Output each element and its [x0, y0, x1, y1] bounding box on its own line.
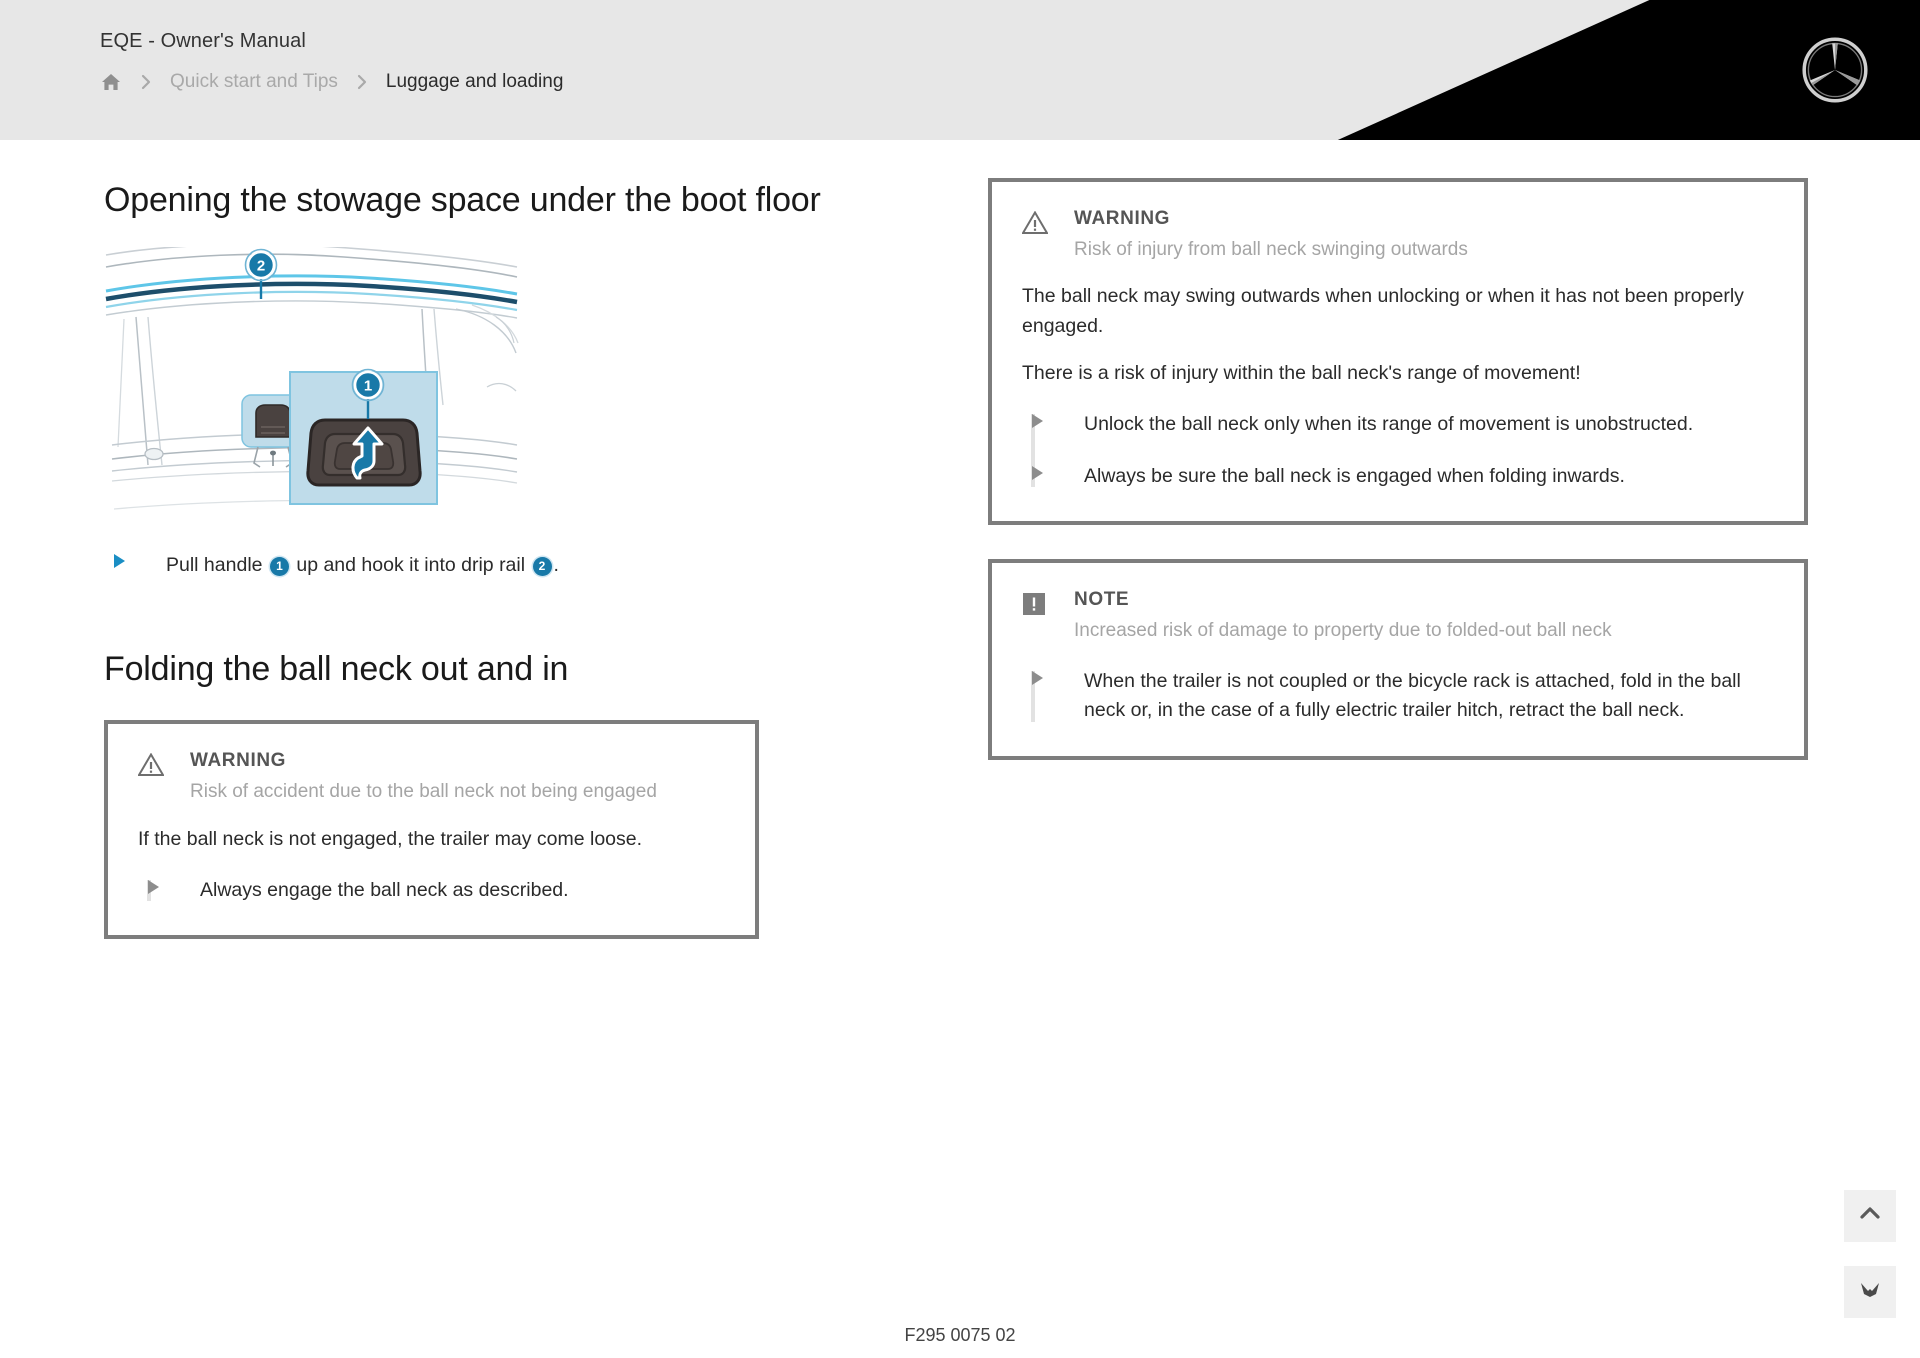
list-item: Unlock the ball neck only when its range… — [1022, 410, 1774, 440]
warning-header-text: WARNING Risk of accident due to the ball… — [190, 750, 725, 805]
step-instruction: Pull handle 1 up and hook it into drip r… — [104, 551, 924, 580]
list-item: When the trailer is not coupled or the b… — [1022, 667, 1774, 726]
bookmark-icon — [1857, 1277, 1883, 1308]
step-text-middle: up and hook it into drip rail — [296, 554, 526, 577]
warning-paragraph-1: The ball neck may swing outwards when un… — [1022, 285, 1744, 337]
note-label: NOTE — [1074, 589, 1130, 611]
bullet-text: When the trailer is not coupled or the b… — [1084, 669, 1741, 722]
warning-bullet-list: Unlock the ball neck only when its range… — [1022, 410, 1774, 491]
list-item: Always be sure the ball neck is engaged … — [1022, 462, 1774, 492]
chevron-right-icon-2 — [352, 72, 372, 92]
step-text-after: . — [553, 554, 559, 577]
page-body: Opening the stowage space under the boot… — [0, 140, 1920, 1358]
mercedes-benz-star-logo — [1800, 35, 1870, 105]
note-box-folded-out-ball-neck: NOTE Increased risk of damage to propert… — [988, 559, 1808, 760]
section-title-ball-neck: Folding the ball neck out and in — [104, 649, 569, 688]
svg-text:1: 1 — [364, 378, 372, 395]
breadcrumb-item-current[interactable]: Luggage and loading — [386, 71, 564, 93]
breadcrumb-item-parent[interactable]: Quick start and Tips — [170, 71, 338, 93]
warning-header: WARNING Risk of injury from ball neck sw… — [1021, 208, 1774, 263]
boot-floor-stowage-illustration: 1 2 — [104, 247, 519, 528]
bookmark-button[interactable] — [1844, 1266, 1896, 1318]
warning-header: WARNING Risk of accident due to the ball… — [137, 750, 725, 805]
grey-triangle-bullet-icon — [1022, 462, 1084, 480]
bullet-text: Always engage the ball neck as described… — [200, 878, 569, 901]
grey-triangle-bullet-icon — [1022, 410, 1084, 429]
chevron-right-icon — [136, 72, 156, 92]
warning-body: If the ball neck is not engaged, the tra… — [138, 825, 725, 854]
manual-title: EQE - Owner's Manual — [100, 30, 306, 52]
section-title-stowage: Opening the stowage space under the boot… — [104, 181, 821, 219]
callout-badge-1: 1 — [269, 556, 289, 576]
note-subtitle: Increased risk of damage to property due… — [1074, 620, 1612, 642]
left-column: Opening the stowage space under the boot… — [104, 180, 924, 973]
header-content: EQE - Owner's Manual Quick start and Tip… — [100, 30, 563, 93]
warning-triangle-icon — [1021, 208, 1074, 240]
page-header: EQE - Owner's Manual Quick start and Tip… — [0, 0, 1920, 140]
warning-body: The ball neck may swing outwards when un… — [1022, 282, 1774, 388]
blue-triangle-bullet-icon — [104, 551, 166, 569]
note-exclamation-icon — [1022, 589, 1074, 621]
warning-box-ball-neck-engagement: WARNING Risk of accident due to the ball… — [104, 720, 759, 940]
home-icon[interactable] — [100, 71, 122, 93]
bullet-text: Always be sure the ball neck is engaged … — [1084, 464, 1625, 487]
note-header: NOTE Increased risk of damage to propert… — [1022, 589, 1774, 644]
breadcrumb: Quick start and Tips Luggage and loading — [100, 71, 563, 93]
warning-subtitle: Risk of injury from ball neck swinging o… — [1074, 238, 1468, 260]
warning-label: WARNING — [190, 750, 287, 772]
grey-triangle-bullet-icon — [138, 876, 200, 894]
warning-box-swinging-ball-neck: WARNING Risk of injury from ball neck sw… — [988, 178, 1808, 526]
callout-badge-2: 2 — [532, 556, 552, 576]
header-black-wedge — [1337, 0, 1920, 140]
grey-triangle-bullet-icon — [1022, 667, 1084, 685]
warning-paragraph-2: There is a risk of injury within the bal… — [1022, 361, 1581, 384]
footer-document-code: F295 0075 02 — [904, 1325, 1016, 1345]
step-instruction-text: Pull handle 1 up and hook it into drip r… — [166, 551, 559, 580]
list-item: Always engage the ball neck as described… — [138, 876, 725, 906]
warning-header-text: WARNING Risk of injury from ball neck sw… — [1074, 208, 1774, 263]
warning-label: WARNING — [1074, 208, 1171, 229]
warning-paragraph: If the ball neck is not engaged, the tra… — [138, 827, 643, 850]
chevron-up-icon — [1857, 1201, 1883, 1232]
bullet-text: Unlock the ball neck only when its range… — [1084, 413, 1694, 436]
note-bullet-list: When the trailer is not coupled or the b… — [1022, 667, 1774, 726]
warning-bullet-list: Always engage the ball neck as described… — [138, 876, 725, 906]
svg-text:2: 2 — [257, 258, 265, 275]
step-text-before: Pull handle — [166, 554, 263, 577]
right-column: WARNING Risk of injury from ball neck sw… — [988, 178, 1808, 794]
note-header-text: NOTE Increased risk of damage to propert… — [1074, 589, 1774, 644]
warning-subtitle: Risk of accident due to the ball neck no… — [190, 780, 657, 802]
scroll-to-top-button[interactable] — [1844, 1190, 1896, 1242]
warning-triangle-icon — [137, 750, 190, 782]
